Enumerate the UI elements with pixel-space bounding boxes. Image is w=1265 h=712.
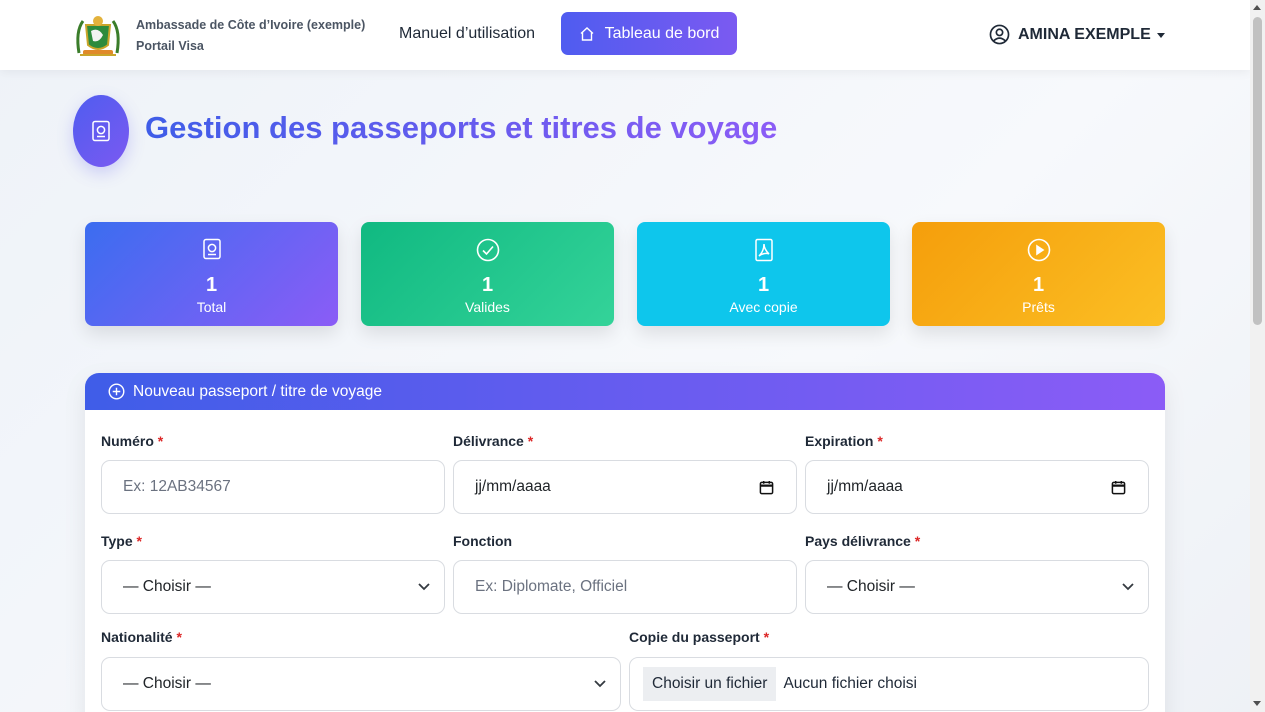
fonction-input[interactable]: Ex: Diplomate, Officiel: [453, 560, 797, 614]
copie-passeport-label: Copie du passeport *: [629, 629, 769, 645]
delivrance-value: jj/mm/aaaa: [475, 478, 551, 495]
stat-card-prets: 1 Prêts: [912, 222, 1165, 326]
nationalite-value: — Choisir —: [123, 675, 211, 692]
caret-down-icon: [1156, 32, 1165, 38]
numero-placeholder: Ex: 12AB34567: [123, 478, 231, 495]
chevron-down-icon: [594, 680, 606, 688]
required-mark: *: [877, 433, 883, 449]
scroll-down-arrow-icon[interactable]: [1253, 701, 1261, 706]
chevron-down-icon: [1122, 583, 1134, 591]
fonction-label: Fonction: [453, 533, 512, 549]
type-select[interactable]: — Choisir —: [101, 560, 445, 614]
form-header: Nouveau passeport / titre de voyage: [85, 373, 1165, 410]
copie-file-input[interactable]: Choisir un fichier Aucun fichier choisi: [629, 657, 1149, 711]
stat-value: 1: [1032, 274, 1045, 296]
new-passport-form: Nouveau passeport / titre de voyage Numé…: [85, 373, 1165, 712]
brand-subtitle: Portail Visa: [136, 39, 204, 53]
stat-card-avec-copie: 1 Avec copie: [637, 222, 890, 326]
delivrance-label: Délivrance *: [453, 433, 533, 449]
page-scrollbar[interactable]: [1250, 0, 1265, 712]
stat-card-total: 1 Total: [85, 222, 338, 326]
type-label-text: Type: [101, 533, 133, 549]
scroll-up-arrow-icon[interactable]: [1253, 5, 1261, 10]
pays-delivrance-label: Pays délivrance *: [805, 533, 920, 549]
expiration-value: jj/mm/aaaa: [827, 478, 903, 495]
required-mark: *: [157, 433, 164, 449]
brand[interactable]: Ambassade de Côte d’Ivoire (exemple) Por…: [72, 12, 365, 60]
type-label: Type *: [101, 533, 142, 549]
coat-of-arms-logo: [72, 12, 124, 60]
expiration-label-text: Expiration: [805, 433, 874, 449]
manual-link[interactable]: Manuel d’utilisation: [399, 25, 535, 43]
required-mark: *: [914, 533, 921, 549]
form-title: Nouveau passeport / titre de voyage: [133, 382, 383, 400]
pdf-file-icon: [637, 238, 890, 262]
stat-label: Valides: [465, 299, 510, 315]
dashboard-button[interactable]: Tableau de bord: [561, 12, 737, 55]
expiration-label: Expiration *: [805, 433, 883, 449]
numero-label: Numéro *: [101, 433, 163, 449]
scroll-thumb[interactable]: [1253, 17, 1262, 325]
user-name: AMINA EXEMPLE: [1018, 25, 1151, 43]
brand-title: Ambassade de Côte d’Ivoire (exemple): [136, 18, 366, 32]
user-menu[interactable]: AMINA EXEMPLE: [989, 24, 1165, 45]
copie-label-text: Copie du passeport: [629, 629, 760, 645]
pays-label-text: Pays délivrance: [805, 533, 911, 549]
calendar-icon[interactable]: [759, 480, 774, 495]
play-circle-icon: [912, 238, 1165, 262]
brand-text: Ambassade de Côte d’Ivoire (exemple) Por…: [136, 15, 365, 57]
required-mark: *: [763, 629, 770, 645]
page-title: Gestion des passeports et titres de voya…: [145, 110, 778, 145]
delivrance-label-text: Délivrance: [453, 433, 524, 449]
stat-value: 1: [757, 274, 770, 296]
numero-label-text: Numéro: [101, 433, 154, 449]
stat-label: Avec copie: [729, 299, 798, 315]
pays-value: — Choisir —: [827, 578, 915, 595]
home-icon: [579, 26, 595, 42]
check-circle-icon: [361, 238, 614, 262]
stat-card-valides: 1 Valides: [361, 222, 614, 326]
plus-circle-icon: [108, 383, 125, 400]
calendar-icon[interactable]: [1111, 480, 1126, 495]
delivrance-date-input[interactable]: jj/mm/aaaa: [453, 460, 797, 514]
top-navbar: Ambassade de Côte d’Ivoire (exemple) Por…: [0, 0, 1250, 70]
fonction-placeholder: Ex: Diplomate, Officiel: [475, 578, 628, 595]
nationalite-label: Nationalité *: [101, 629, 182, 645]
nationalite-label-text: Nationalité: [101, 629, 173, 645]
required-mark: *: [176, 629, 182, 645]
expiration-date-input[interactable]: jj/mm/aaaa: [805, 460, 1149, 514]
stat-value: 1: [481, 274, 494, 296]
chevron-down-icon: [418, 583, 430, 591]
nationalite-select[interactable]: — Choisir —: [101, 657, 621, 711]
required-mark: *: [136, 533, 142, 549]
fonction-label-text: Fonction: [453, 533, 513, 549]
choose-file-button[interactable]: Choisir un fichier: [643, 667, 777, 701]
stat-label: Total: [196, 299, 227, 315]
pays-delivrance-select[interactable]: — Choisir —: [805, 560, 1149, 614]
passport-icon: [85, 238, 338, 260]
required-mark: *: [527, 433, 534, 449]
stat-label: Prêts: [1022, 299, 1055, 315]
numero-input[interactable]: Ex: 12AB34567: [101, 460, 445, 514]
user-circle-icon: [989, 24, 1010, 45]
passport-header-icon: [73, 95, 129, 167]
stat-value: 1: [205, 274, 218, 296]
dashboard-label: Tableau de bord: [604, 24, 720, 42]
type-value: — Choisir —: [123, 578, 211, 595]
file-status: Aucun fichier choisi: [783, 675, 917, 692]
